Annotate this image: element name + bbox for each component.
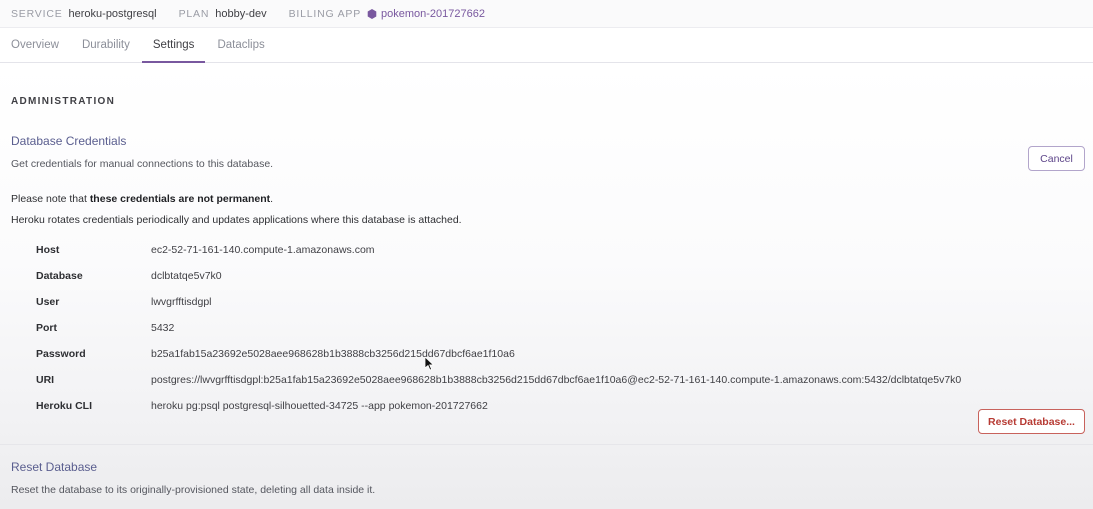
credential-label: Heroku CLI bbox=[36, 400, 93, 412]
reset-database-button[interactable]: Reset Database... bbox=[978, 409, 1085, 434]
credential-label: User bbox=[36, 296, 60, 308]
credentials-table: Host ec2-52-71-161-140.compute-1.amazona… bbox=[28, 237, 961, 419]
credentials-rotation-note: Heroku rotates credentials periodically … bbox=[11, 214, 462, 226]
service-value: heroku-postgresql bbox=[68, 7, 157, 20]
credential-row-host: Host ec2-52-71-161-140.compute-1.amazona… bbox=[28, 237, 961, 263]
note-prefix: Please note that bbox=[11, 193, 90, 205]
tab-settings[interactable]: Settings bbox=[141, 28, 206, 63]
settings-panel: ADMINISTRATION Database Credentials Get … bbox=[0, 63, 1093, 509]
credential-value[interactable]: b25a1fab15a23692e5028aee968628b1b3888cb3… bbox=[151, 341, 961, 367]
credential-value[interactable]: ec2-52-71-161-140.compute-1.amazonaws.co… bbox=[151, 237, 961, 263]
credential-value[interactable]: 5432 bbox=[151, 315, 961, 341]
hexagon-icon bbox=[367, 8, 377, 19]
tab-durability[interactable]: Durability bbox=[71, 28, 141, 62]
reset-database-description: Reset the database to its originally-pro… bbox=[11, 484, 376, 496]
plan-value: hobby-dev bbox=[215, 7, 267, 20]
credential-label: URI bbox=[36, 374, 55, 386]
billing-app-value: pokemon-201727662 bbox=[381, 7, 485, 20]
billing-app-link[interactable]: pokemon-201727662 bbox=[367, 8, 485, 20]
reset-database-title: Reset Database bbox=[11, 460, 98, 474]
credential-label: Port bbox=[36, 322, 57, 334]
credential-row-user: User lwvgrfftisdgpl bbox=[28, 289, 961, 315]
credential-label: Host bbox=[36, 244, 60, 256]
cancel-button[interactable]: Cancel bbox=[1028, 146, 1085, 171]
credential-value[interactable]: dclbtatqe5v7k0 bbox=[151, 263, 961, 289]
service-key: SERVICE bbox=[11, 7, 63, 20]
note-bold: these credentials are not permanent bbox=[89, 193, 271, 205]
credential-row-heroku-cli: Heroku CLI heroku pg:psql postgresql-sil… bbox=[28, 393, 961, 419]
section-divider bbox=[0, 444, 1093, 445]
credential-value[interactable]: postgres://lwvgrfftisdgpl:b25a1fab15a236… bbox=[151, 367, 961, 393]
mouse-cursor-icon bbox=[425, 357, 435, 371]
credential-row-uri: URI postgres://lwvgrfftisdgpl:b25a1fab15… bbox=[28, 367, 961, 393]
tab-overview[interactable]: Overview bbox=[0, 28, 70, 62]
service-meta-bar: SERVICE heroku-postgresql PLAN hobby-dev… bbox=[0, 0, 1093, 28]
tab-dataclips[interactable]: Dataclips bbox=[206, 28, 275, 62]
service-meta: SERVICE heroku-postgresql PLAN hobby-dev… bbox=[11, 8, 485, 20]
plan-key: PLAN bbox=[178, 7, 210, 20]
credentials-not-permanent-note: Please note that these credentials are n… bbox=[11, 193, 273, 205]
credential-label: Database bbox=[36, 270, 83, 282]
credential-row-password: Password b25a1fab15a23692e5028aee968628b… bbox=[28, 341, 961, 367]
billing-app-key: BILLING APP bbox=[288, 7, 362, 20]
credential-row-port: Port 5432 bbox=[28, 315, 961, 341]
note-suffix: . bbox=[270, 193, 274, 205]
administration-heading: ADMINISTRATION bbox=[11, 96, 116, 107]
credential-label: Password bbox=[36, 348, 86, 360]
credential-value[interactable]: heroku pg:psql postgresql-silhouetted-34… bbox=[151, 393, 961, 419]
credential-value[interactable]: lwvgrfftisdgpl bbox=[151, 289, 961, 315]
database-credentials-description: Get credentials for manual connections t… bbox=[11, 158, 274, 170]
credential-row-database: Database dclbtatqe5v7k0 bbox=[28, 263, 961, 289]
addon-tabs: Overview Durability Settings Dataclips bbox=[0, 28, 1093, 63]
database-credentials-title: Database Credentials bbox=[11, 134, 127, 148]
